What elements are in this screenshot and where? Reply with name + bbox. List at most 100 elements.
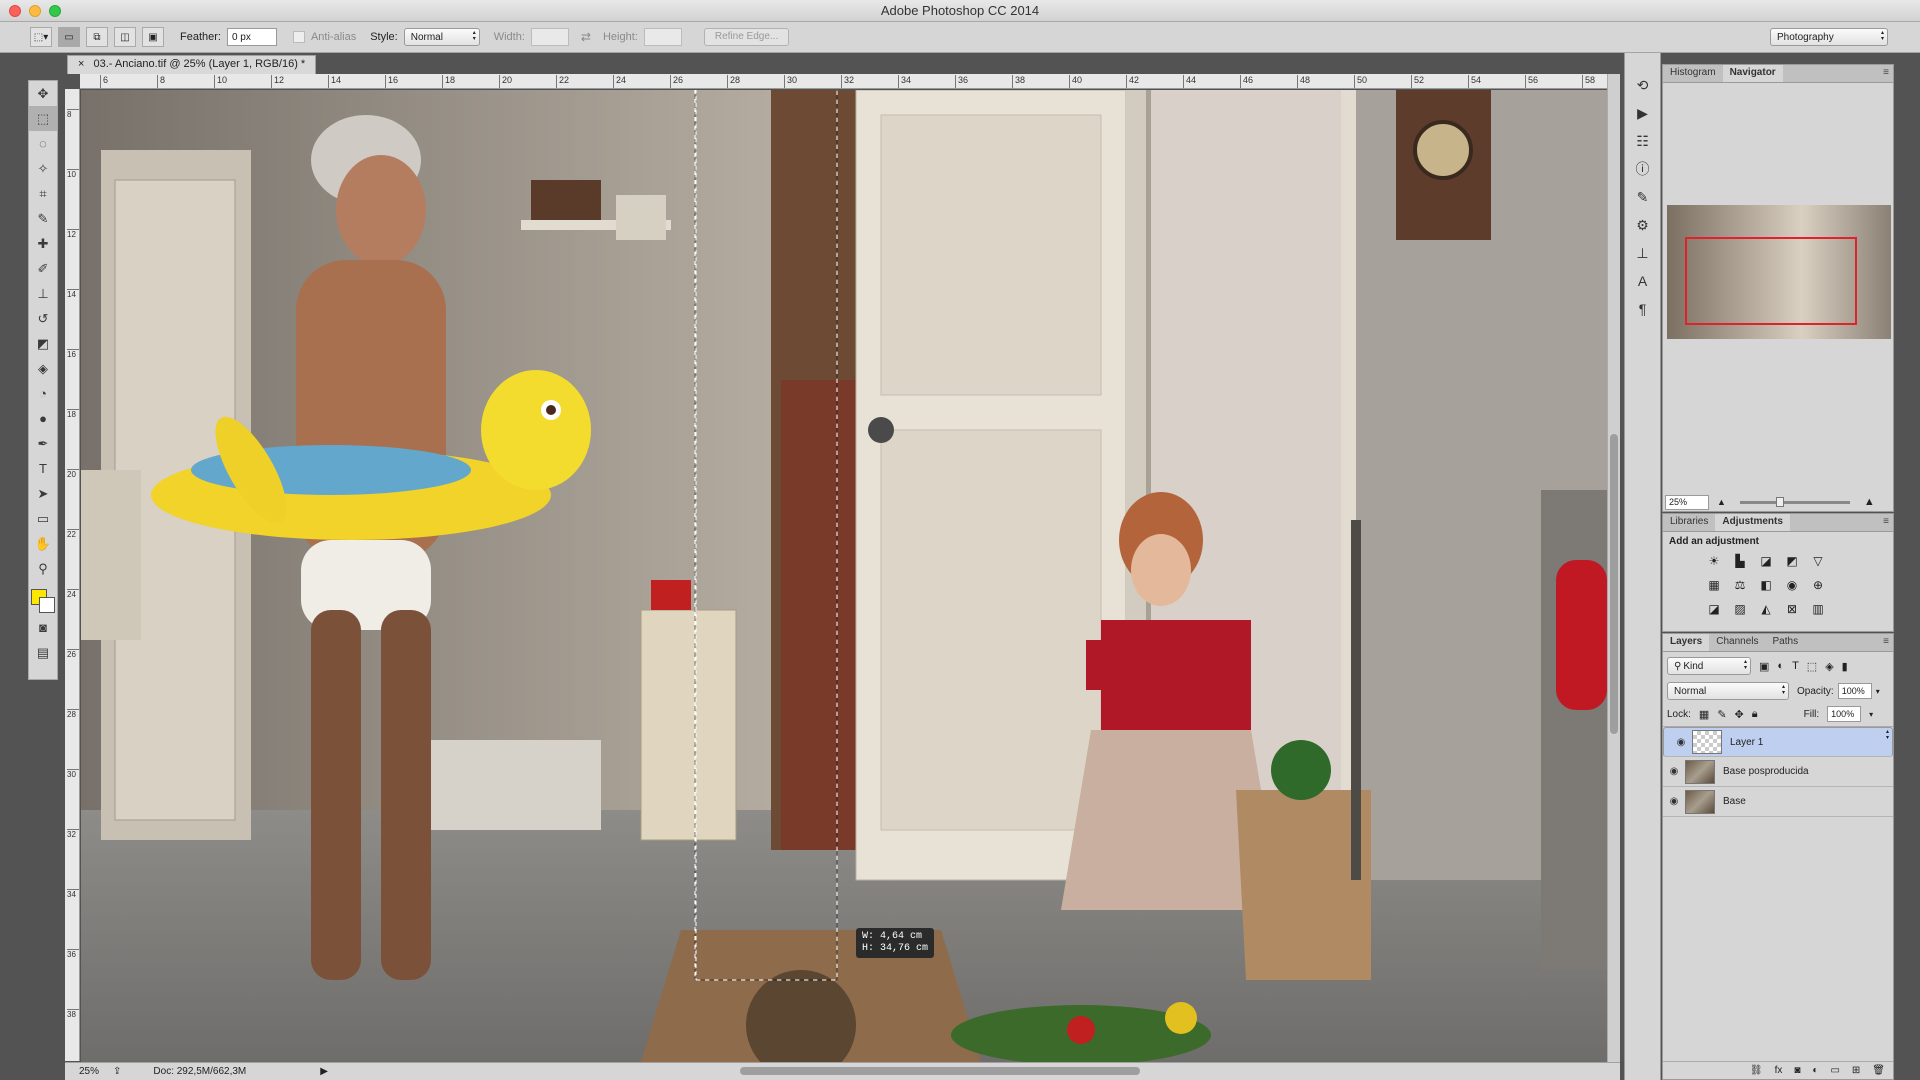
- fill-dropdown-icon[interactable]: ▾: [1869, 710, 1873, 719]
- style-select[interactable]: Normal: [403, 28, 480, 46]
- tab-paths[interactable]: Paths: [1766, 634, 1806, 651]
- navigator-zoom-thumb[interactable]: [1775, 496, 1784, 507]
- lock-pixels-icon[interactable]: ✎: [1717, 708, 1726, 721]
- character-panel-icon[interactable]: A: [1625, 267, 1660, 295]
- paint-bucket-tool-icon[interactable]: ◈: [29, 356, 57, 381]
- hue-saturation-icon[interactable]: ▦: [1703, 575, 1725, 595]
- lock-transparency-icon[interactable]: ▦: [1699, 708, 1709, 721]
- navigator-preview[interactable]: [1667, 205, 1891, 339]
- layer-kind-select[interactable]: ⚲ Kind: [1667, 657, 1751, 675]
- filter-smart-icon[interactable]: ◈: [1825, 660, 1833, 673]
- layer-style-icon[interactable]: fx: [1775, 1065, 1783, 1076]
- history-brush-tool-icon[interactable]: ↺: [29, 306, 57, 331]
- export-icon[interactable]: ⇪: [113, 1066, 121, 1077]
- tab-channels[interactable]: Channels: [1709, 634, 1765, 651]
- filter-toggle-icon[interactable]: ▮: [1842, 660, 1848, 673]
- move-tool-icon[interactable]: ✥: [29, 81, 57, 106]
- crop-tool-icon[interactable]: ⌗: [29, 181, 57, 206]
- panel-menu-icon[interactable]: ≡: [1883, 636, 1889, 647]
- panel-menu-icon[interactable]: ≡: [1883, 67, 1889, 78]
- refine-edge-button[interactable]: Refine Edge...: [703, 28, 790, 46]
- document-canvas[interactable]: W: 4,64 cm H: 34,76 cm: [81, 90, 1607, 1062]
- new-adjustment-layer-icon[interactable]: ◐: [1812, 1065, 1818, 1076]
- background-color-swatch[interactable]: [39, 597, 55, 613]
- zoom-window-button[interactable]: [49, 5, 61, 17]
- filter-adjustment-icon[interactable]: ◐: [1777, 660, 1784, 672]
- swap-dimensions-icon[interactable]: ⇄: [581, 30, 591, 44]
- workspace-select[interactable]: Photography: [1770, 28, 1888, 46]
- clone-source-icon[interactable]: ⊥: [1625, 239, 1660, 267]
- tab-libraries[interactable]: Libraries: [1663, 514, 1715, 531]
- navigator-zoom-slider[interactable]: [1739, 496, 1850, 507]
- delete-layer-icon[interactable]: 🗑︎: [1872, 1065, 1885, 1076]
- height-input[interactable]: [643, 28, 682, 46]
- clone-stamp-tool-icon[interactable]: ⊥: [29, 281, 57, 306]
- layer-name[interactable]: Layer 1: [1730, 736, 1763, 749]
- hand-tool-icon[interactable]: ✋: [29, 531, 57, 556]
- history-panel-icon[interactable]: ⟲: [1625, 71, 1660, 99]
- opacity-input[interactable]: 100%: [1837, 683, 1872, 699]
- link-layers-icon[interactable]: ⛓: [1750, 1065, 1763, 1076]
- navigator-zoom-input[interactable]: 25%: [1665, 494, 1709, 510]
- new-group-icon[interactable]: ▭: [1830, 1065, 1839, 1076]
- zoom-in-icon[interactable]: ▲: [1864, 496, 1875, 508]
- horizontal-scroll-thumb[interactable]: [740, 1067, 1140, 1075]
- invert-icon[interactable]: ◪: [1703, 599, 1725, 619]
- vertical-scroll-thumb[interactable]: [1610, 434, 1618, 734]
- marquee-tool-icon[interactable]: ⬚: [29, 106, 57, 131]
- curves-icon[interactable]: ◪: [1755, 551, 1777, 571]
- levels-icon[interactable]: ▙: [1729, 551, 1751, 571]
- channel-mixer-icon[interactable]: ⊕: [1807, 575, 1829, 595]
- tab-adjustments[interactable]: Adjustments: [1715, 514, 1790, 531]
- status-menu-arrow-icon[interactable]: ▶: [320, 1066, 328, 1077]
- properties-panel-icon[interactable]: ☷: [1625, 127, 1660, 155]
- zoom-tool-icon[interactable]: ⚲: [29, 556, 57, 581]
- layer-name[interactable]: Base posproducida: [1723, 766, 1809, 777]
- feather-input[interactable]: 0 px: [226, 28, 277, 46]
- threshold-icon[interactable]: ◭: [1755, 599, 1777, 619]
- layer-row[interactable]: ◉ Base: [1663, 787, 1893, 817]
- lock-position-icon[interactable]: ✥: [1735, 708, 1744, 721]
- new-selection-button[interactable]: ▭: [58, 27, 80, 47]
- zoom-readout[interactable]: 25%: [79, 1066, 99, 1077]
- eye-icon[interactable]: ◉: [1663, 766, 1685, 777]
- zoom-out-icon[interactable]: ▲: [1717, 497, 1726, 507]
- photo-filter-icon[interactable]: ◉: [1781, 575, 1803, 595]
- path-select-tool-icon[interactable]: ➤: [29, 481, 57, 506]
- type-tool-icon[interactable]: T: [29, 456, 57, 481]
- tab-histogram[interactable]: Histogram: [1663, 65, 1723, 82]
- black-white-icon[interactable]: ◧: [1755, 575, 1777, 595]
- intersect-selection-button[interactable]: ▣: [142, 27, 164, 47]
- quick-select-tool-icon[interactable]: ✧: [29, 156, 57, 181]
- eye-icon[interactable]: ◉: [1663, 796, 1685, 807]
- layer-row[interactable]: ◉ Base posproducida: [1663, 757, 1893, 787]
- new-layer-icon[interactable]: ⊞: [1852, 1065, 1860, 1076]
- eraser-tool-icon[interactable]: ◩: [29, 331, 57, 356]
- opacity-dropdown-icon[interactable]: ▾: [1876, 687, 1880, 696]
- close-document-icon[interactable]: ×: [78, 58, 84, 70]
- brush-tool-icon[interactable]: ✐: [29, 256, 57, 281]
- filter-pixel-icon[interactable]: ▣: [1759, 660, 1769, 673]
- info-panel-icon[interactable]: ⓘ: [1625, 155, 1660, 183]
- add-selection-button[interactable]: ⧉: [86, 27, 108, 47]
- fill-input[interactable]: 100%: [1827, 706, 1862, 722]
- filter-type-icon[interactable]: T: [1792, 660, 1799, 672]
- gradient-map-icon[interactable]: ▥: [1807, 599, 1829, 619]
- document-tab[interactable]: × 03.- Anciano.tif @ 25% (Layer 1, RGB/1…: [67, 55, 317, 74]
- dock-collapse[interactable]: [1625, 53, 1660, 71]
- vibrance-icon[interactable]: ▽: [1807, 551, 1829, 571]
- actions-panel-icon[interactable]: ▶: [1625, 99, 1660, 127]
- tab-layers[interactable]: Layers: [1663, 634, 1710, 651]
- healing-brush-tool-icon[interactable]: ✚: [29, 231, 57, 256]
- marquee-preset-picker[interactable]: ⬚▾: [30, 27, 52, 47]
- width-input[interactable]: [530, 28, 569, 46]
- exposure-icon[interactable]: ◩: [1781, 551, 1803, 571]
- quick-mask-icon[interactable]: ◙: [29, 615, 57, 640]
- brightness-contrast-icon[interactable]: ☀: [1703, 551, 1725, 571]
- tool-presets-icon[interactable]: ⚙: [1625, 211, 1660, 239]
- vertical-scrollbar[interactable]: [1607, 74, 1620, 1062]
- add-mask-icon[interactable]: ◙: [1794, 1065, 1800, 1076]
- navigator-view-box[interactable]: [1685, 237, 1857, 325]
- layer-name[interactable]: Base: [1723, 796, 1746, 807]
- rectangle-tool-icon[interactable]: ▭: [29, 506, 57, 531]
